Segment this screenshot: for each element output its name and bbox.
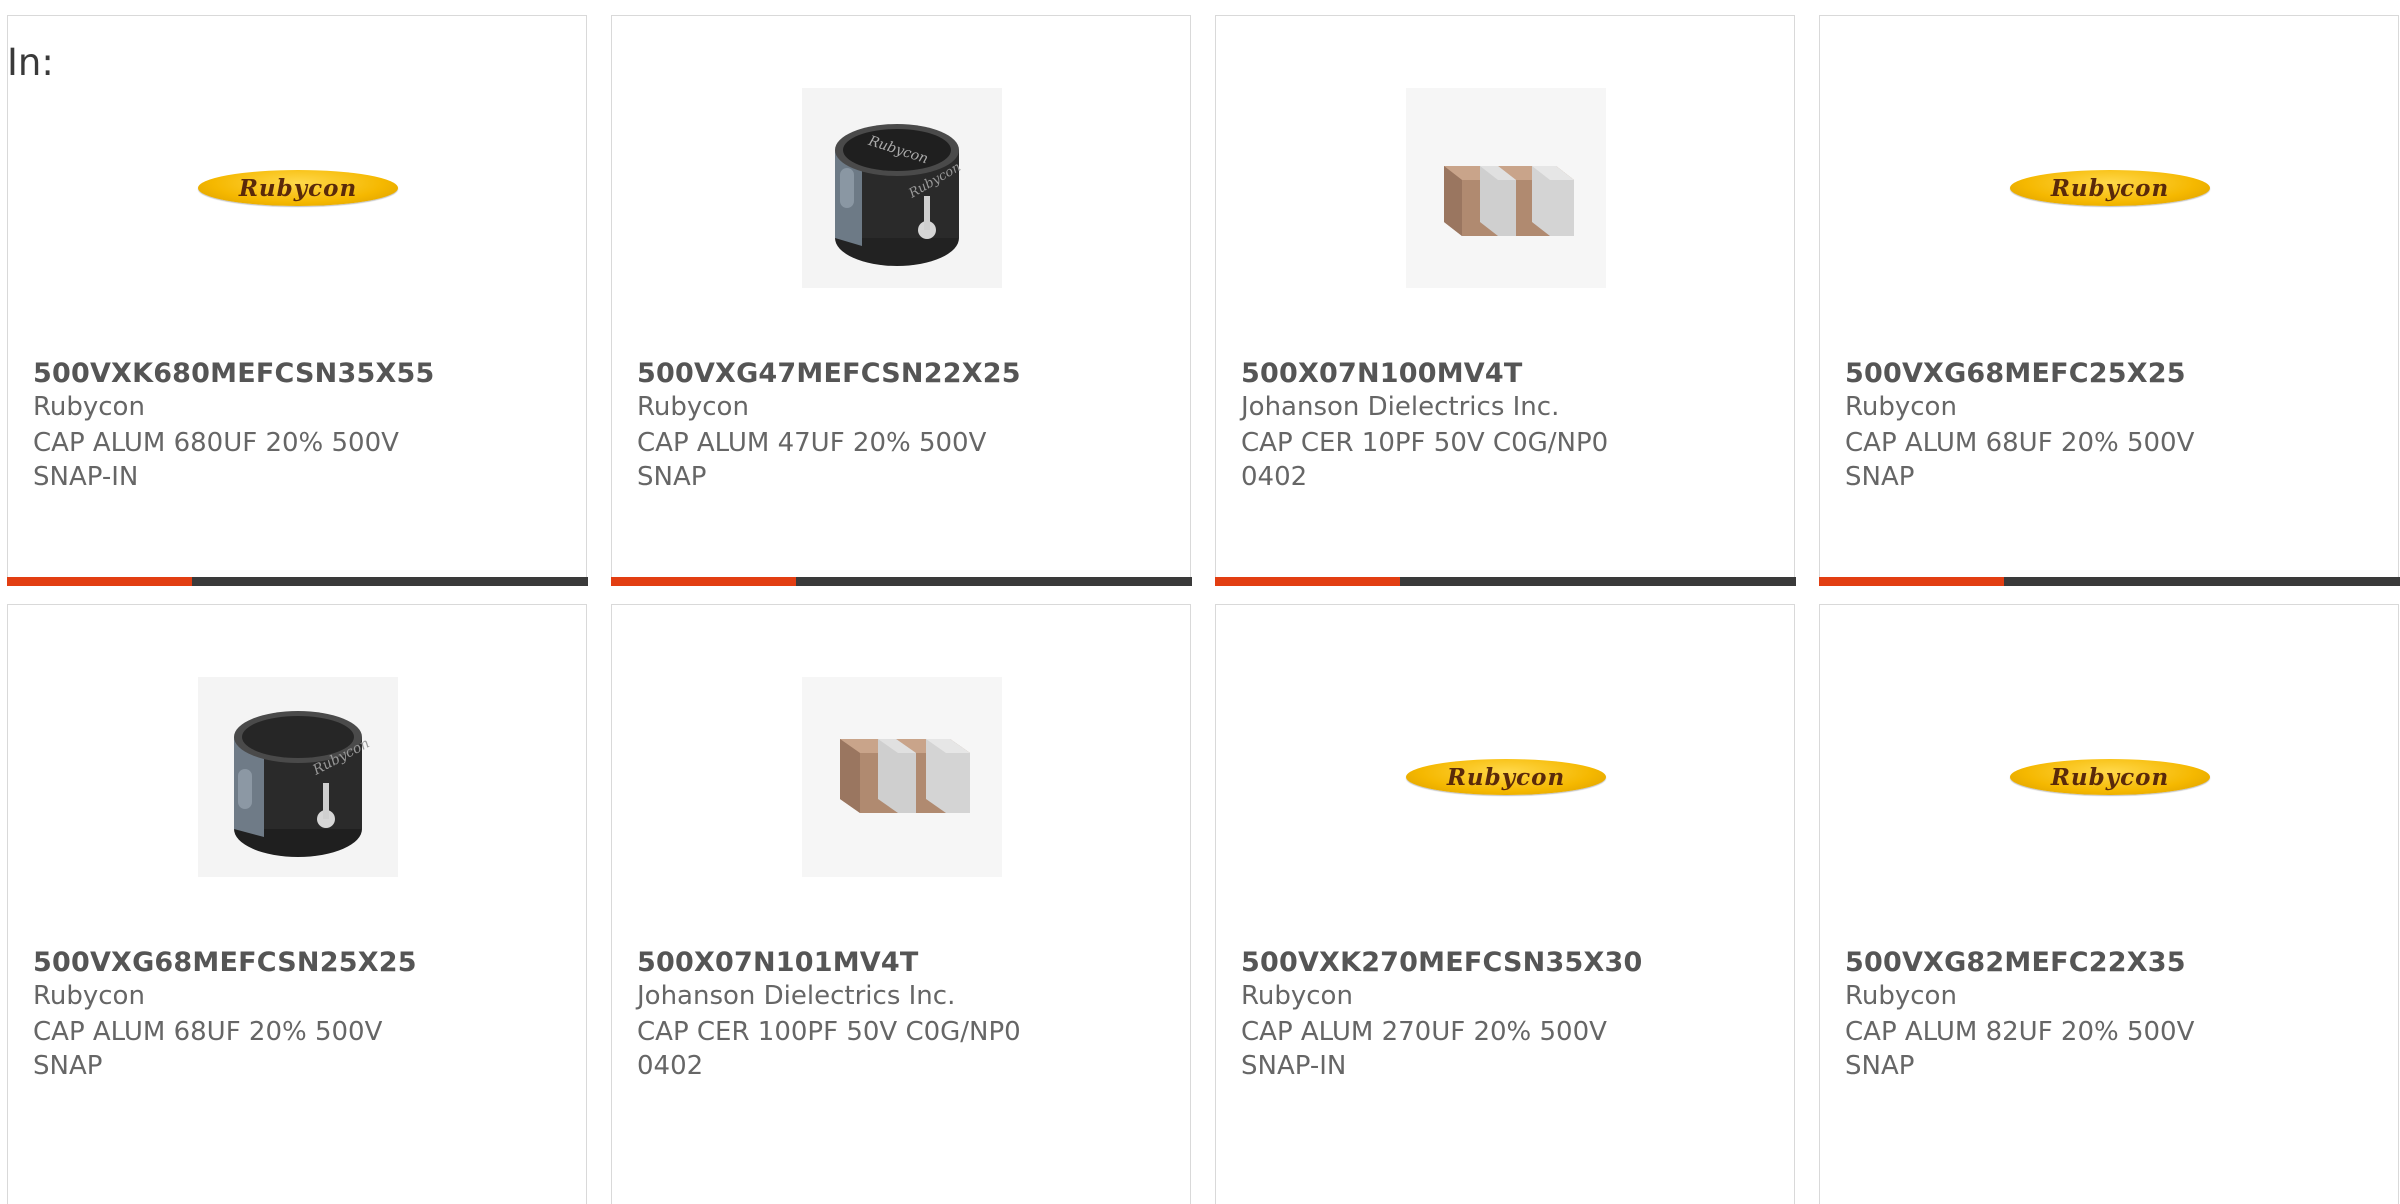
part-number[interactable]: 500VXG82MEFC22X35 — [1845, 947, 2186, 978]
progress-fill — [1818, 576, 2005, 586]
product-card[interactable]: 500X07N101MV4T Johanson Dielectrics Inc.… — [611, 604, 1191, 1204]
manufacturer: Johanson Dielectrics Inc. — [637, 981, 956, 1011]
progress-fill — [610, 576, 797, 586]
product-card[interactable]: Rubycon 500VXK680MEFCSN35X55 Rubycon CAP… — [6, 15, 588, 586]
rubycon-logo: Rubycon — [2010, 170, 2210, 206]
product-image[interactable]: Rubycon — [2010, 88, 2210, 288]
product-card[interactable]: 500X07N100MV4T Johanson Dielectrics Inc.… — [1214, 15, 1796, 586]
logo-text: Rubycon — [238, 174, 358, 202]
manufacturer: Rubycon — [1845, 981, 1957, 1011]
electrolytic-capacitor-photo: Rubycon — [198, 677, 398, 877]
manufacturer: Rubycon — [33, 392, 145, 422]
progress-fill — [1214, 576, 1401, 586]
product-image[interactable]: Rubycon — [1406, 677, 1606, 877]
description: CAP CER 100PF 50V C0G/NP0 0402 — [637, 1017, 1021, 1081]
card-progress-bar — [1818, 576, 2400, 586]
manufacturer: Rubycon — [637, 392, 749, 422]
manufacturer: Rubycon — [33, 981, 145, 1011]
part-number[interactable]: 500X07N100MV4T — [1241, 358, 1522, 389]
part-number[interactable]: 500X07N101MV4T — [637, 947, 918, 978]
chip-capacitor-photo — [1406, 88, 1606, 288]
product-image[interactable]: Rubycon — [2010, 677, 2210, 877]
card-progress-bar — [610, 576, 1192, 586]
description: CAP CER 10PF 50V C0G/NP0 0402 — [1241, 428, 1609, 492]
manufacturer: Rubycon — [1845, 392, 1957, 422]
part-number[interactable]: 500VXG47MEFCSN22X25 — [637, 358, 1021, 389]
description: CAP ALUM 47UF 20% 500V SNAP — [637, 428, 987, 492]
description: CAP ALUM 680UF 20% 500V SNAP-IN — [33, 428, 399, 492]
description: CAP ALUM 68UF 20% 500V SNAP — [33, 1017, 383, 1081]
product-image[interactable]: Rubycon — [198, 677, 398, 877]
product-card[interactable]: Rubycon 500VXK270MEFCSN35X30 Rubycon CAP… — [1215, 604, 1795, 1204]
description: CAP ALUM 270UF 20% 500V SNAP-IN — [1241, 1017, 1607, 1081]
manufacturer: Johanson Dielectrics Inc. — [1241, 392, 1560, 422]
part-number[interactable]: 500VXG68MEFCSN25X25 — [33, 947, 417, 978]
rubycon-logo: Rubycon — [198, 170, 398, 206]
product-card[interactable]: Rubycon 500VXG82MEFC22X35 Rubycon CAP AL… — [1819, 604, 2399, 1204]
product-image[interactable] — [1406, 88, 1606, 288]
logo-text: Rubycon — [2050, 763, 2170, 791]
progress-fill — [6, 576, 193, 586]
rubycon-logo: Rubycon — [1406, 759, 1606, 795]
manufacturer: Rubycon — [1241, 981, 1353, 1011]
part-number[interactable]: 500VXK270MEFCSN35X30 — [1241, 947, 1642, 978]
product-card[interactable]: Rubycon 500VXG68MEFCSN25X25 Rubycon CAP … — [7, 604, 587, 1204]
chip-capacitor-photo — [802, 677, 1002, 877]
product-card[interactable]: Rubycon Rubycon 500VXG47MEFCSN22X25 Ruby… — [610, 15, 1192, 586]
description: CAP ALUM 68UF 20% 500V SNAP — [1845, 428, 2195, 492]
part-number[interactable]: 500VXG68MEFC25X25 — [1845, 358, 2186, 389]
card-progress-bar — [6, 576, 588, 586]
rubycon-logo: Rubycon — [2010, 759, 2210, 795]
product-image[interactable]: Rubycon Rubycon — [802, 88, 1002, 288]
logo-text: Rubycon — [1446, 763, 1566, 791]
product-image[interactable] — [802, 677, 1002, 877]
electrolytic-capacitor-photo: Rubycon Rubycon — [802, 88, 1002, 288]
card-progress-bar — [1214, 576, 1796, 586]
part-number[interactable]: 500VXK680MEFCSN35X55 — [33, 358, 434, 389]
product-card[interactable]: Rubycon 500VXG68MEFC25X25 Rubycon CAP AL… — [1818, 15, 2400, 586]
description: CAP ALUM 82UF 20% 500V SNAP — [1845, 1017, 2195, 1081]
page-label: In: — [7, 41, 54, 84]
product-image[interactable]: Rubycon — [198, 88, 398, 288]
logo-text: Rubycon — [2050, 174, 2170, 202]
